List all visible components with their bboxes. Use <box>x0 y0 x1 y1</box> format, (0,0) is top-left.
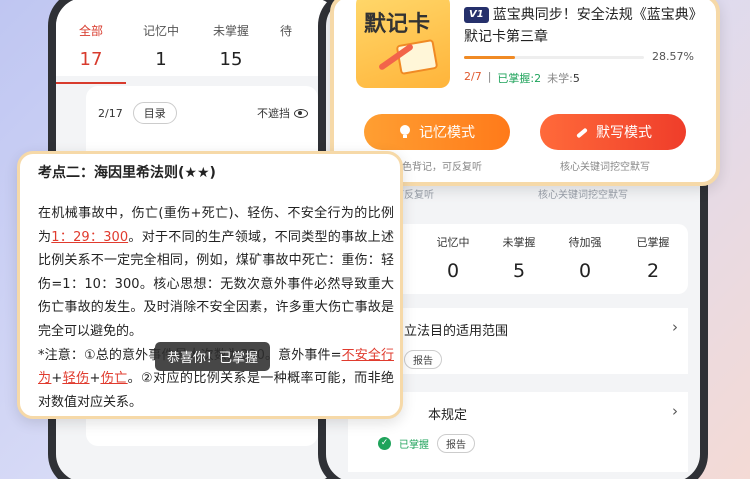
done-count: 2/7 <box>464 70 482 83</box>
toc-button[interactable]: 目录 <box>132 102 177 124</box>
tab-label: 全部 <box>78 24 103 38</box>
plus-sign: + <box>51 371 63 387</box>
keyword-blank[interactable]: 1：29：300 <box>51 230 128 245</box>
tab-count: 17 <box>79 49 103 70</box>
chevron-right-icon: › <box>672 402 678 420</box>
report-button[interactable]: 报告 <box>404 350 442 369</box>
book-title[interactable]: V1 蓝宝典同步！安全法规《蓝宝典》默记卡第三章 <box>464 4 696 48</box>
dictation-mode-button[interactable]: 默写模式 <box>540 114 686 150</box>
tab-label: 待 <box>279 24 292 38</box>
unlearned-count: 未学:5 <box>547 70 580 86</box>
stat-count: 0 <box>446 260 460 282</box>
unlearned-value: 5 <box>572 72 580 85</box>
stat-count: 5 <box>512 260 526 282</box>
memory-mode-button[interactable]: 记忆模式 <box>364 114 510 150</box>
version-badge: V1 <box>464 7 489 23</box>
stat-memorizing[interactable]: 记忆中 0 <box>418 234 488 282</box>
topic-meta: ✓ 已掌握 报告 <box>378 434 475 453</box>
stat-label: 已掌握 <box>636 236 670 249</box>
plus-sign: + <box>89 371 101 387</box>
topic-meta: 报告 <box>404 350 442 369</box>
check-icon: ✓ <box>378 437 391 450</box>
stat-count: 0 <box>578 260 592 282</box>
keyword-blank[interactable]: 伤亡 <box>100 371 127 386</box>
cover-title: 默记卡 <box>364 12 431 37</box>
card-toolbar: 2/17 目录 不遮挡 <box>86 86 318 124</box>
tab-pending[interactable]: 待 <box>266 22 306 39</box>
keyword-blank[interactable]: 轻伤 <box>62 371 89 386</box>
tab-label: 记忆中 <box>142 24 179 38</box>
tab-count: 15 <box>219 49 243 70</box>
body-text: 。对于不同的生产领域，不同类型的事故上述比例关系不一定完全相同，例如，煤矿事故中… <box>38 229 394 339</box>
note-text: 。意外事件= <box>264 347 342 363</box>
hide-toggle[interactable]: 不遮挡 <box>257 105 308 121</box>
stat-unmastered[interactable]: 未掌握 5 <box>484 234 554 282</box>
memory-mode-label: 记忆模式 <box>419 125 475 141</box>
dictation-mode-caption: 核心关键词挖空默写 <box>560 162 650 173</box>
unlearned-label: 未学: <box>547 72 573 85</box>
book-stats: 2/7 | 已掌握:2 未学:5 <box>464 70 580 86</box>
chevron-right-icon: › <box>672 318 678 336</box>
stat-label: 未掌握 <box>502 236 536 249</box>
tab-count: 1 <box>155 49 167 70</box>
stat-label: 记忆中 <box>436 236 470 249</box>
topic-title: 立法目的适用范围 <box>404 324 509 339</box>
progress-percent: 28.57% <box>652 50 694 63</box>
page-indicator: 2/17 <box>98 106 123 120</box>
report-button[interactable]: 报告 <box>437 434 475 453</box>
progress-bar <box>464 56 644 59</box>
dictation-mode-label: 默写模式 <box>596 125 652 141</box>
book-cover[interactable]: 默记卡 <box>356 0 450 88</box>
eye-icon <box>294 108 308 118</box>
separator: | <box>487 70 492 83</box>
stat-count: 2 <box>646 260 660 282</box>
stat-to-strengthen[interactable]: 待加强 0 <box>550 234 620 282</box>
stat-mastered[interactable]: 已掌握 2 <box>618 234 688 282</box>
hide-label: 不遮挡 <box>257 107 290 120</box>
topic-title: 本规定 <box>428 408 468 423</box>
knowledge-point-body: 在机械事故中，伤亡(重伤+死亡)、轻伤、不安全行为的比例为1：29：300。对于… <box>38 202 394 414</box>
knowledge-point-card: 考点二：海因里希法则(★★) 在机械事故中，伤亡(重伤+死亡)、轻伤、不安全行为… <box>17 151 403 419</box>
tab-memorizing[interactable]: 记忆中 1 <box>126 22 196 70</box>
knowledge-point-title: 考点二：海因里希法则(★★) <box>38 165 216 181</box>
progress-fill <box>464 56 516 59</box>
lightbulb-icon <box>399 125 411 139</box>
toast-message: 恭喜你！已掌握 <box>155 342 271 371</box>
mastered-count: 已掌握:2 <box>497 72 542 85</box>
pen-icon <box>574 125 588 139</box>
tab-all[interactable]: 全部 17 <box>56 22 126 84</box>
stat-label: 待加强 <box>568 236 602 249</box>
status-badge: 已掌握 <box>399 440 429 451</box>
paper-icon <box>395 38 439 76</box>
tab-unmastered[interactable]: 未掌握 15 <box>196 22 266 70</box>
book-title-text: 蓝宝典同步！安全法规《蓝宝典》默记卡第三章 <box>464 7 696 45</box>
tab-label: 未掌握 <box>212 24 249 38</box>
status-tabs: 全部 17 记忆中 1 未掌握 15 待 <box>56 0 340 84</box>
dictation-caption-behind: 核心关键词挖空默写 <box>538 190 628 201</box>
